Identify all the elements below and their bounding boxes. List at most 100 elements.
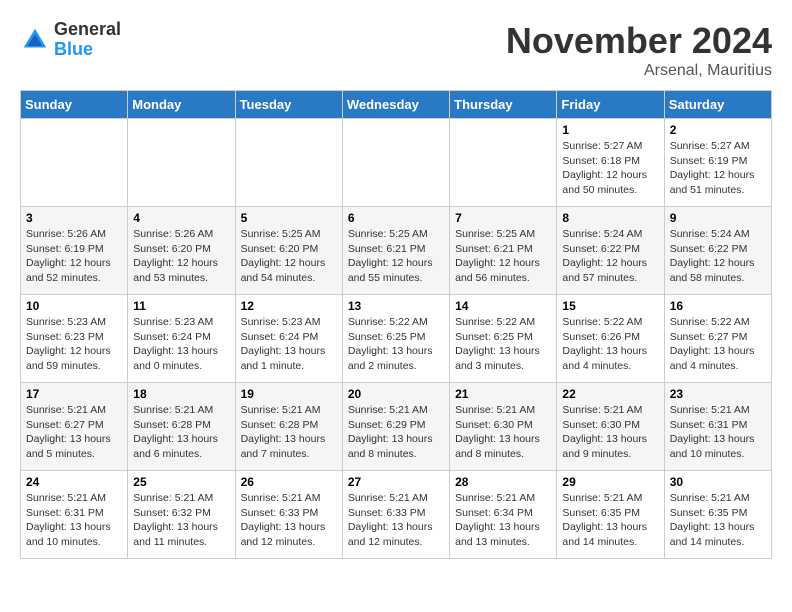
day-cell: 27 Sunrise: 5:21 AM Sunset: 6:33 PM Dayli… [342, 471, 449, 559]
header-cell-thursday: Thursday [450, 91, 557, 119]
day-info: Sunrise: 5:23 AM Sunset: 6:24 PM Dayligh… [241, 315, 337, 374]
day-number: 17 [26, 387, 122, 401]
day-cell: 15 Sunrise: 5:22 AM Sunset: 6:26 PM Dayli… [557, 295, 664, 383]
day-info: Sunrise: 5:21 AM Sunset: 6:28 PM Dayligh… [241, 403, 337, 462]
day-number: 20 [348, 387, 444, 401]
day-info: Sunrise: 5:21 AM Sunset: 6:35 PM Dayligh… [670, 491, 766, 550]
day-cell: 20 Sunrise: 5:21 AM Sunset: 6:29 PM Dayli… [342, 383, 449, 471]
day-number: 10 [26, 299, 122, 313]
day-info: Sunrise: 5:26 AM Sunset: 6:19 PM Dayligh… [26, 227, 122, 286]
day-number: 5 [241, 211, 337, 225]
week-row-5: 24 Sunrise: 5:21 AM Sunset: 6:31 PM Dayli… [21, 471, 772, 559]
day-info: Sunrise: 5:26 AM Sunset: 6:20 PM Dayligh… [133, 227, 229, 286]
day-cell: 2 Sunrise: 5:27 AM Sunset: 6:19 PM Daylig… [664, 119, 771, 207]
week-row-2: 3 Sunrise: 5:26 AM Sunset: 6:19 PM Daylig… [21, 207, 772, 295]
day-cell: 29Sunrise: 5:21 AM Sunset: 6:35 PM Dayli… [557, 471, 664, 559]
day-cell [342, 119, 449, 207]
day-info: Sunrise: 5:21 AM Sunset: 6:28 PM Dayligh… [133, 403, 229, 462]
header-cell-tuesday: Tuesday [235, 91, 342, 119]
day-number: 23 [670, 387, 766, 401]
day-number: 1 [562, 123, 658, 137]
week-row-1: 1 Sunrise: 5:27 AM Sunset: 6:18 PM Daylig… [21, 119, 772, 207]
day-cell: 28Sunrise: 5:21 AM Sunset: 6:34 PM Dayli… [450, 471, 557, 559]
header-cell-wednesday: Wednesday [342, 91, 449, 119]
day-info: Sunrise: 5:27 AM Sunset: 6:19 PM Dayligh… [670, 139, 766, 198]
day-cell: 14 Sunrise: 5:22 AM Sunset: 6:25 PM Dayli… [450, 295, 557, 383]
day-info: Sunrise: 5:25 AM Sunset: 6:20 PM Dayligh… [241, 227, 337, 286]
day-info: Sunrise: 5:21 AM Sunset: 6:33 PM Dayligh… [348, 491, 444, 550]
day-number: 28 [455, 475, 551, 489]
day-info: Sunrise: 5:22 AM Sunset: 6:25 PM Dayligh… [455, 315, 551, 374]
day-number: 18 [133, 387, 229, 401]
day-cell: 7Sunrise: 5:25 AM Sunset: 6:21 PM Daylig… [450, 207, 557, 295]
location-subtitle: Arsenal, Mauritius [506, 62, 772, 80]
header-row: SundayMondayTuesdayWednesdayThursdayFrid… [21, 91, 772, 119]
day-number: 9 [670, 211, 766, 225]
day-number: 25 [133, 475, 229, 489]
day-number: 30 [670, 475, 766, 489]
page-header: General Blue November 2024 Arsenal, Maur… [20, 20, 772, 80]
day-number: 16 [670, 299, 766, 313]
day-number: 14 [455, 299, 551, 313]
logo-general: General [54, 20, 121, 40]
day-number: 11 [133, 299, 229, 313]
day-cell: 21 Sunrise: 5:21 AM Sunset: 6:30 PM Dayli… [450, 383, 557, 471]
day-info: Sunrise: 5:23 AM Sunset: 6:24 PM Dayligh… [133, 315, 229, 374]
day-info: Sunrise: 5:24 AM Sunset: 6:22 PM Dayligh… [670, 227, 766, 286]
day-number: 6 [348, 211, 444, 225]
day-info: Sunrise: 5:21 AM Sunset: 6:33 PM Dayligh… [241, 491, 337, 550]
day-cell: 25 Sunrise: 5:21 AM Sunset: 6:32 PM Dayli… [128, 471, 235, 559]
day-info: Sunrise: 5:21 AM Sunset: 6:32 PM Dayligh… [133, 491, 229, 550]
day-cell [450, 119, 557, 207]
header-cell-saturday: Saturday [664, 91, 771, 119]
day-cell: 1 Sunrise: 5:27 AM Sunset: 6:18 PM Daylig… [557, 119, 664, 207]
week-row-3: 10 Sunrise: 5:23 AM Sunset: 6:23 PM Dayli… [21, 295, 772, 383]
header-cell-sunday: Sunday [21, 91, 128, 119]
day-info: Sunrise: 5:22 AM Sunset: 6:25 PM Dayligh… [348, 315, 444, 374]
title-block: November 2024 Arsenal, Mauritius [506, 20, 772, 80]
calendar-body: 1 Sunrise: 5:27 AM Sunset: 6:18 PM Daylig… [21, 119, 772, 559]
day-cell: 5 Sunrise: 5:25 AM Sunset: 6:20 PM Daylig… [235, 207, 342, 295]
day-number: 4 [133, 211, 229, 225]
day-info: Sunrise: 5:24 AM Sunset: 6:22 PM Dayligh… [562, 227, 658, 286]
day-number: 15 [562, 299, 658, 313]
day-cell: 22Sunrise: 5:21 AM Sunset: 6:30 PM Dayli… [557, 383, 664, 471]
day-cell: 10 Sunrise: 5:23 AM Sunset: 6:23 PM Dayli… [21, 295, 128, 383]
day-cell: 4 Sunrise: 5:26 AM Sunset: 6:20 PM Daylig… [128, 207, 235, 295]
month-title: November 2024 [506, 20, 772, 62]
day-info: Sunrise: 5:23 AM Sunset: 6:23 PM Dayligh… [26, 315, 122, 374]
day-number: 3 [26, 211, 122, 225]
day-info: Sunrise: 5:27 AM Sunset: 6:18 PM Dayligh… [562, 139, 658, 198]
logo: General Blue [20, 20, 121, 60]
day-number: 21 [455, 387, 551, 401]
day-cell: 30 Sunrise: 5:21 AM Sunset: 6:35 PM Dayli… [664, 471, 771, 559]
week-row-4: 17 Sunrise: 5:21 AM Sunset: 6:27 PM Dayli… [21, 383, 772, 471]
day-cell: 12Sunrise: 5:23 AM Sunset: 6:24 PM Dayli… [235, 295, 342, 383]
day-cell [128, 119, 235, 207]
day-cell: 13Sunrise: 5:22 AM Sunset: 6:25 PM Dayli… [342, 295, 449, 383]
logo-text: General Blue [54, 20, 121, 60]
header-cell-monday: Monday [128, 91, 235, 119]
calendar-header: SundayMondayTuesdayWednesdayThursdayFrid… [21, 91, 772, 119]
day-info: Sunrise: 5:21 AM Sunset: 6:31 PM Dayligh… [670, 403, 766, 462]
day-cell: 18 Sunrise: 5:21 AM Sunset: 6:28 PM Dayli… [128, 383, 235, 471]
day-info: Sunrise: 5:21 AM Sunset: 6:27 PM Dayligh… [26, 403, 122, 462]
day-cell: 6Sunrise: 5:25 AM Sunset: 6:21 PM Daylig… [342, 207, 449, 295]
day-info: Sunrise: 5:21 AM Sunset: 6:29 PM Dayligh… [348, 403, 444, 462]
day-info: Sunrise: 5:22 AM Sunset: 6:26 PM Dayligh… [562, 315, 658, 374]
logo-blue: Blue [54, 40, 121, 60]
day-number: 24 [26, 475, 122, 489]
day-number: 27 [348, 475, 444, 489]
day-cell: 8 Sunrise: 5:24 AM Sunset: 6:22 PM Daylig… [557, 207, 664, 295]
day-cell: 19 Sunrise: 5:21 AM Sunset: 6:28 PM Dayli… [235, 383, 342, 471]
day-info: Sunrise: 5:21 AM Sunset: 6:30 PM Dayligh… [455, 403, 551, 462]
day-cell: 9 Sunrise: 5:24 AM Sunset: 6:22 PM Daylig… [664, 207, 771, 295]
day-info: Sunrise: 5:22 AM Sunset: 6:27 PM Dayligh… [670, 315, 766, 374]
day-number: 19 [241, 387, 337, 401]
day-number: 2 [670, 123, 766, 137]
day-cell: 11 Sunrise: 5:23 AM Sunset: 6:24 PM Dayli… [128, 295, 235, 383]
day-cell: 3 Sunrise: 5:26 AM Sunset: 6:19 PM Daylig… [21, 207, 128, 295]
day-info: Sunrise: 5:21 AM Sunset: 6:31 PM Dayligh… [26, 491, 122, 550]
day-cell [21, 119, 128, 207]
day-number: 8 [562, 211, 658, 225]
